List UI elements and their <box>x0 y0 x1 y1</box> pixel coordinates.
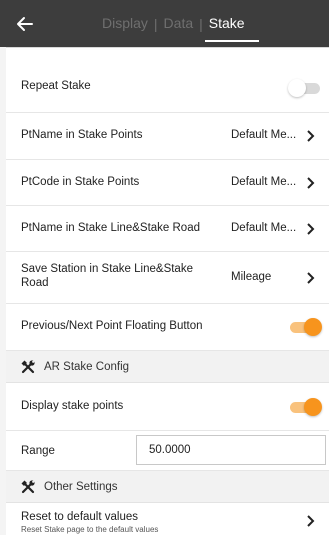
toggle-knob <box>304 398 322 416</box>
ptname-stake-points-row[interactable]: PtName in Stake Points Default Me... <box>6 113 329 160</box>
ar-stake-config-title: AR Stake Config <box>44 361 130 373</box>
reset-defaults-sublabel: Reset Stake page to the default values <box>21 525 159 534</box>
chevron-right-icon <box>307 515 315 527</box>
display-stake-points-toggle[interactable] <box>288 397 322 417</box>
range-input-box[interactable] <box>136 435 326 465</box>
tab-display[interactable]: Display <box>96 0 154 47</box>
range-row: Range <box>6 431 329 471</box>
display-stake-points-label: Display stake points <box>21 400 124 412</box>
save-station-value: Mileage <box>231 271 272 283</box>
ptcode-stake-points-label: PtCode in Stake Points <box>21 176 140 188</box>
top-divider <box>6 47 329 48</box>
settings-list: Repeat Stake PtName in Stake Points Defa… <box>6 47 329 535</box>
save-station-label-line2: Road <box>21 277 49 289</box>
display-stake-points-row[interactable]: Display stake points <box>6 383 329 431</box>
other-settings-title: Other Settings <box>44 481 118 493</box>
reset-defaults-row[interactable]: Reset to default values Reset Stake page… <box>6 503 329 535</box>
tools-icon <box>21 360 35 374</box>
save-station-label-line1: Save Station in Stake Line&Stake <box>21 263 193 275</box>
ptcode-stake-points-value: Default Me... <box>231 176 297 188</box>
reset-defaults-label: Reset to default values <box>21 511 138 523</box>
repeat-stake-toggle[interactable] <box>288 78 322 98</box>
repeat-stake-row[interactable]: Repeat Stake <box>6 63 329 113</box>
ptname-stake-line-row[interactable]: PtName in Stake Line&Stake Road Default … <box>6 206 329 252</box>
chevron-right-icon <box>307 130 315 142</box>
ptcode-stake-points-row[interactable]: PtCode in Stake Points Default Me... <box>6 160 329 206</box>
chevron-right-icon <box>307 223 315 235</box>
tab-data[interactable]: Data <box>158 0 200 47</box>
chevron-right-icon <box>307 272 315 284</box>
ptname-stake-line-value: Default Me... <box>231 222 297 234</box>
arrow-left-icon[interactable] <box>13 12 37 36</box>
ptname-stake-line-label: PtName in Stake Line&Stake Road <box>21 222 200 234</box>
ptname-stake-points-label: PtName in Stake Points <box>21 129 143 141</box>
prev-next-floating-label: Previous/Next Point Floating Button <box>21 320 203 332</box>
ptname-stake-points-value: Default Me... <box>231 129 297 141</box>
prev-next-floating-row[interactable]: Previous/Next Point Floating Button <box>6 304 329 351</box>
tools-icon <box>21 480 35 494</box>
range-label: Range <box>21 445 55 457</box>
prev-next-floating-toggle[interactable] <box>288 317 322 337</box>
repeat-stake-label: Repeat Stake <box>21 80 91 92</box>
save-station-row[interactable]: Save Station in Stake Line&Stake Road Mi… <box>6 252 329 304</box>
header-bar: Display | Data | Stake <box>0 0 329 47</box>
tab-bar: Display | Data | Stake <box>96 0 259 47</box>
toggle-knob <box>304 318 322 336</box>
other-settings-header: Other Settings <box>6 471 329 503</box>
chevron-right-icon <box>307 177 315 189</box>
toggle-knob <box>288 79 306 97</box>
tab-stake[interactable]: Stake <box>203 0 259 47</box>
stake-settings-screen: Display | Data | Stake Repeat Stake PtNa… <box>0 0 329 535</box>
range-input[interactable] <box>137 436 325 464</box>
ar-stake-config-header: AR Stake Config <box>6 351 329 383</box>
